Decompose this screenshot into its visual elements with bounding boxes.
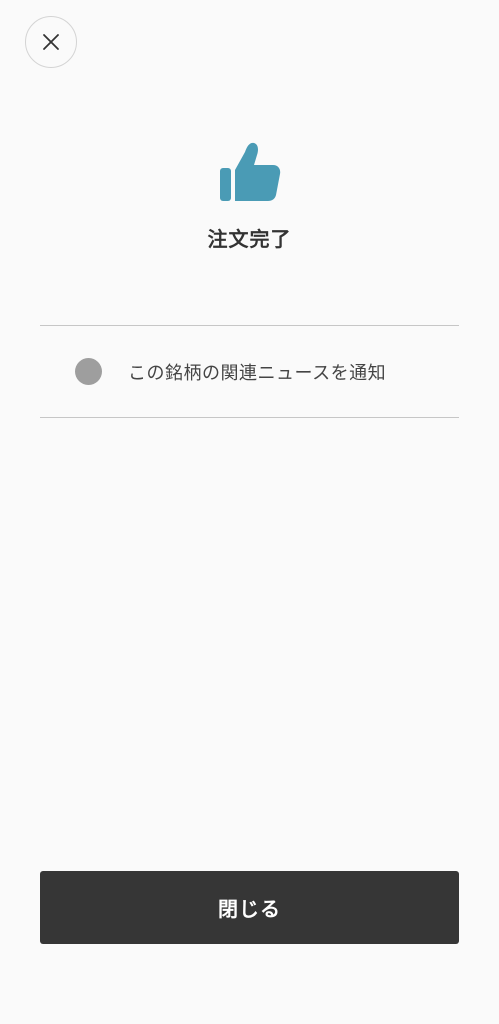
close-icon: [41, 32, 61, 52]
close-action-button[interactable]: 閉じる: [40, 871, 459, 944]
notification-label: この銘柄の関連ニュースを通知: [128, 362, 387, 384]
divider-top: [40, 325, 459, 326]
news-notification-toggle-row[interactable]: この銘柄の関連ニュースを通知: [40, 327, 459, 416]
close-button[interactable]: [25, 16, 77, 68]
notification-toggle[interactable]: [75, 358, 102, 385]
divider-bottom: [40, 417, 459, 418]
thumbs-up-icon: [219, 140, 281, 202]
order-complete-title: 注文完了: [207, 227, 292, 251]
